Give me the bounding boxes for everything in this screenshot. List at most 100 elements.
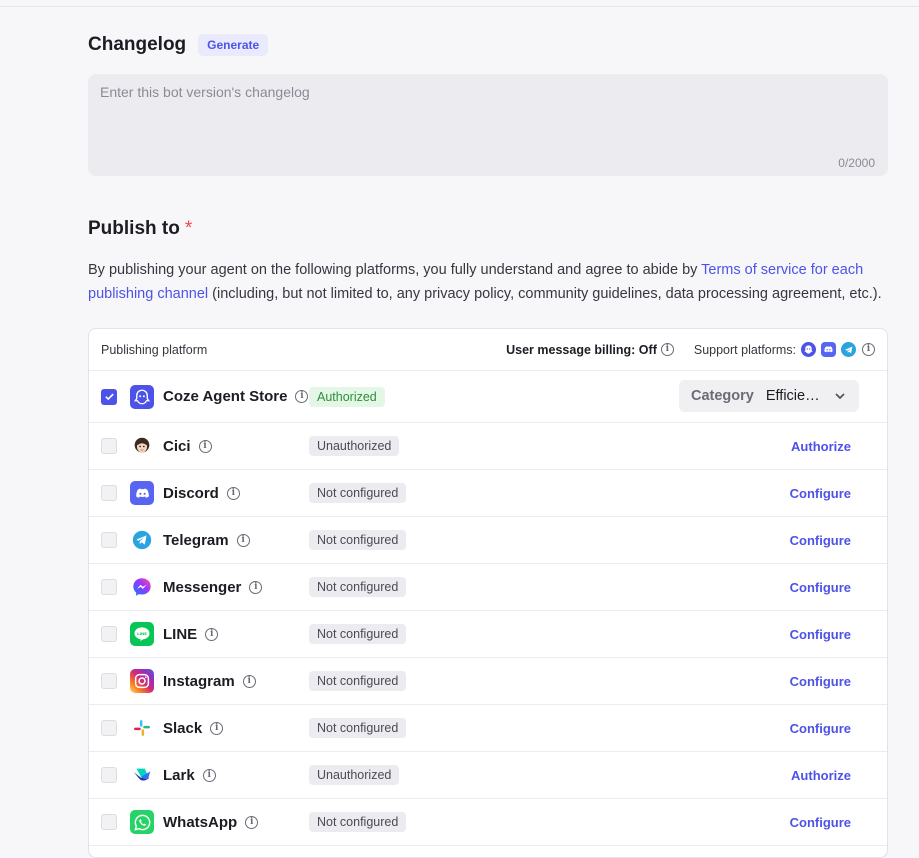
status-badge: Not configured <box>309 577 407 597</box>
platform-row-whatsapp[interactable]: WhatsApp i Not configured Configure <box>89 799 887 846</box>
publish-header: Publish to * <box>88 218 192 240</box>
platform-row-messenger[interactable]: Messenger i Not configured Configure <box>89 564 887 611</box>
platform-name: Slack <box>163 719 203 737</box>
platform-row-cici[interactable]: Cici i Unauthorized Authorize <box>89 423 887 470</box>
discord-icon <box>130 481 154 505</box>
platform-info-icon[interactable]: i <box>198 439 212 453</box>
changelog-title: Changelog <box>88 34 187 55</box>
platform-row-telegram[interactable]: Telegram i Not configured Configure <box>89 517 887 564</box>
support-platform-icons <box>796 342 856 357</box>
platform-info-icon[interactable]: i <box>242 674 256 688</box>
publish-title: Publish to <box>88 218 180 239</box>
desc-text: By publishing your agent on the followin… <box>88 262 702 278</box>
platform-name: Lark <box>163 766 195 784</box>
platform-info-icon[interactable]: i <box>202 768 216 782</box>
platform-info-icon[interactable]: i <box>249 580 263 594</box>
discord-icon <box>821 342 836 357</box>
authorize-button[interactable]: Authorize <box>791 768 851 783</box>
platform-checkbox[interactable] <box>101 438 117 454</box>
char-counter: 0/2000 <box>838 156 875 170</box>
status-badge: Not configured <box>309 483 407 503</box>
chevron-down-icon <box>835 393 845 400</box>
platform-table: Publishing platform User message billing… <box>88 328 888 858</box>
platform-checkbox[interactable] <box>101 673 117 689</box>
messenger-icon <box>130 575 154 599</box>
support-info-icon[interactable]: i <box>862 343 875 356</box>
category-label: Category <box>691 388 754 404</box>
platform-checkbox[interactable] <box>101 767 117 783</box>
platform-name: Discord <box>163 484 219 502</box>
required-mark: * <box>184 218 193 239</box>
platform-info-icon[interactable]: i <box>210 721 224 735</box>
platform-checkbox[interactable] <box>101 579 117 595</box>
configure-button[interactable]: Configure <box>790 627 851 642</box>
status-badge: Authorized <box>309 386 385 407</box>
slack-icon <box>130 716 154 740</box>
status-badge: Not configured <box>309 812 407 832</box>
configure-button[interactable]: Configure <box>790 580 851 595</box>
billing-label: User message billing: Off <box>506 342 657 357</box>
platform-name: Telegram <box>163 531 229 549</box>
generate-button[interactable]: Generate <box>198 34 269 56</box>
platform-checkbox[interactable] <box>101 720 117 736</box>
status-badge: Unauthorized <box>309 765 400 785</box>
platform-name: Coze Agent Store <box>163 388 288 405</box>
coze-icon <box>130 384 154 409</box>
top-divider <box>0 6 919 7</box>
platform-info-icon[interactable]: i <box>245 815 259 829</box>
whatsapp-icon <box>130 810 154 834</box>
category-value: Efficie… <box>765 388 820 404</box>
support-platforms-label: Support platforms: <box>693 342 796 357</box>
platform-row-lark[interactable]: Lark i Unauthorized Authorize <box>89 752 887 799</box>
status-badge: Not configured <box>309 671 407 691</box>
desc-text-end: (including, but not limited to, any priv… <box>208 286 882 302</box>
configure-button[interactable]: Configure <box>790 533 851 548</box>
platform-row-line[interactable]: LINE LINE i Not configured Configure <box>89 611 887 658</box>
platform-row-discord[interactable]: Discord i Not configured Configure <box>89 470 887 517</box>
col-publishing-platform: Publishing platform <box>101 342 208 357</box>
instagram-icon <box>130 669 154 693</box>
platform-name: Instagram <box>163 672 235 690</box>
configure-button[interactable]: Configure <box>790 486 851 501</box>
coze-icon <box>801 342 816 357</box>
status-badge: Not configured <box>309 718 407 738</box>
changelog-box: 0/2000 <box>88 74 888 176</box>
platform-row-instagram[interactable]: Instagram i Not configured Configure <box>89 658 887 705</box>
lark-icon <box>130 763 154 787</box>
platform-name: Messenger <box>163 578 242 596</box>
configure-button[interactable]: Configure <box>790 721 851 736</box>
changelog-header: Changelog Generate <box>88 34 269 56</box>
platform-name: WhatsApp <box>163 813 238 831</box>
platform-checkbox[interactable] <box>101 388 117 405</box>
platform-name: Cici <box>163 437 191 455</box>
platform-checkbox[interactable] <box>101 485 117 501</box>
platform-checkbox[interactable] <box>101 626 117 642</box>
platform-row-coze-agent-store[interactable]: Coze Agent Store i Authorized Category E… <box>89 371 887 423</box>
platform-checkbox[interactable] <box>101 532 117 548</box>
status-badge: Not configured <box>309 624 407 644</box>
platform-info-icon[interactable]: i <box>226 486 240 500</box>
platform-info-icon[interactable]: i <box>236 533 250 547</box>
configure-button[interactable]: Configure <box>790 674 851 689</box>
check-icon <box>104 393 114 401</box>
publish-description: By publishing your agent on the followin… <box>88 258 888 306</box>
cici-icon <box>130 434 154 458</box>
configure-button[interactable]: Configure <box>790 815 851 830</box>
platform-checkbox[interactable] <box>101 814 117 830</box>
billing-info-icon[interactable]: i <box>660 343 674 356</box>
line-icon: LINE <box>130 622 154 646</box>
category-select[interactable]: Category Efficie… <box>679 380 859 412</box>
platform-name: LINE <box>163 625 198 643</box>
table-header-right: User message billing: Off i Support plat… <box>506 342 875 357</box>
status-badge: Not configured <box>309 530 407 550</box>
status-badge: Unauthorized <box>309 436 400 456</box>
telegram-icon <box>841 342 856 357</box>
telegram-icon <box>130 528 154 552</box>
platform-info-icon[interactable]: i <box>295 390 309 403</box>
authorize-button[interactable]: Authorize <box>791 439 851 454</box>
platform-info-icon[interactable]: i <box>205 627 219 641</box>
table-header: Publishing platform User message billing… <box>89 329 887 371</box>
changelog-input[interactable] <box>100 84 876 144</box>
svg-text:LINE: LINE <box>137 631 147 636</box>
platform-row-slack[interactable]: Slack i Not configured Configure <box>89 705 887 752</box>
